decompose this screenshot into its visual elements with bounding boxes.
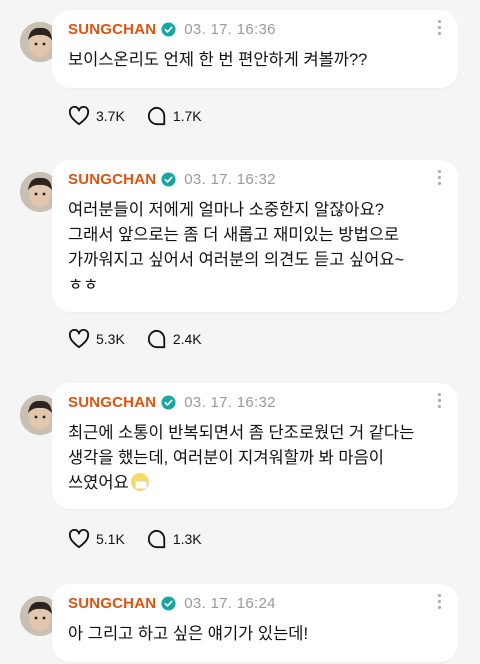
post-header: SUNGCHAN 03. 17. 16:24: [68, 592, 442, 614]
comment-count: 1.7K: [172, 108, 202, 124]
comment-button[interactable]: 1.7K: [147, 106, 202, 126]
heart-icon: [68, 329, 90, 349]
comment-count: 2.4K: [172, 331, 202, 347]
more-options-icon[interactable]: [436, 20, 442, 38]
post-stats: 3.7K 1.7K: [68, 106, 224, 126]
verified-icon: [161, 171, 176, 187]
post-bubble: SUNGCHAN 03. 17. 16:36 보이스온리도 언제 한 번 편안하…: [52, 10, 458, 88]
comment-icon: [147, 529, 165, 549]
comment-icon: [147, 106, 165, 126]
post-time: 03. 17. 16:32: [184, 393, 276, 411]
post-bubble: SUNGCHAN 03. 17. 16:32 최근에 소통이 반복되면서 좀 단…: [52, 383, 458, 509]
verified-icon: [161, 595, 176, 611]
post-stats: 5.1K 1.3K: [68, 529, 224, 549]
author-name[interactable]: SUNGCHAN: [68, 21, 156, 38]
verified-icon: [161, 394, 176, 410]
like-button[interactable]: 5.3K: [68, 329, 125, 349]
comment-count: 1.3K: [172, 531, 202, 547]
heart-icon: [68, 106, 90, 126]
more-options-icon[interactable]: [436, 594, 442, 612]
like-button[interactable]: 5.1K: [68, 529, 125, 549]
verified-icon: [161, 21, 176, 37]
post-header: SUNGCHAN 03. 17. 16:36: [68, 18, 442, 40]
author-name[interactable]: SUNGCHAN: [68, 394, 156, 411]
post-text: 보이스온리도 언제 한 번 편안하게 켜볼까??: [68, 51, 368, 69]
post-time: 03. 17. 16:36: [184, 20, 276, 38]
like-button[interactable]: 3.7K: [68, 106, 125, 126]
heart-icon: [68, 529, 90, 549]
like-count: 5.1K: [96, 531, 125, 547]
post-stats: 5.3K 2.4K: [68, 329, 224, 349]
post-header: SUNGCHAN 03. 17. 16:32: [68, 168, 442, 190]
comment-button[interactable]: 2.4K: [147, 329, 202, 349]
comment-button[interactable]: 1.3K: [147, 529, 202, 549]
medical-mask-emoji-icon: [130, 473, 149, 491]
post-bubble: SUNGCHAN 03. 17. 16:24 아 그리고 하고 싶은 얘기가 있…: [52, 584, 458, 662]
post-text-container: 최근에 소통이 반복되면서 좀 단조로웠던 거 같다는 생각을 했는데, 여러분…: [68, 421, 442, 496]
post-time: 03. 17. 16:32: [184, 170, 276, 188]
like-count: 3.7K: [96, 108, 125, 124]
post-text: 여러분들이 저에게 얼마나 소중한지 알잖아요? 그래서 앞으로는 좀 더 새롭…: [68, 201, 405, 294]
post-text: 아 그리고 하고 싶은 얘기가 있는데!: [68, 625, 309, 643]
like-count: 5.3K: [96, 331, 125, 347]
post-time: 03. 17. 16:24: [184, 594, 276, 612]
author-name[interactable]: SUNGCHAN: [68, 171, 156, 188]
author-name[interactable]: SUNGCHAN: [68, 595, 156, 612]
post-header: SUNGCHAN 03. 17. 16:32: [68, 391, 442, 413]
post-text: 최근에 소통이 반복되면서 좀 단조로웠던 거 같다는 생각을 했는데, 여러분…: [68, 424, 415, 492]
comment-icon: [147, 329, 165, 349]
more-options-icon[interactable]: [436, 393, 442, 411]
post-bubble: SUNGCHAN 03. 17. 16:32 여러분들이 저에게 얼마나 소중한…: [52, 160, 458, 312]
more-options-icon[interactable]: [436, 170, 442, 188]
